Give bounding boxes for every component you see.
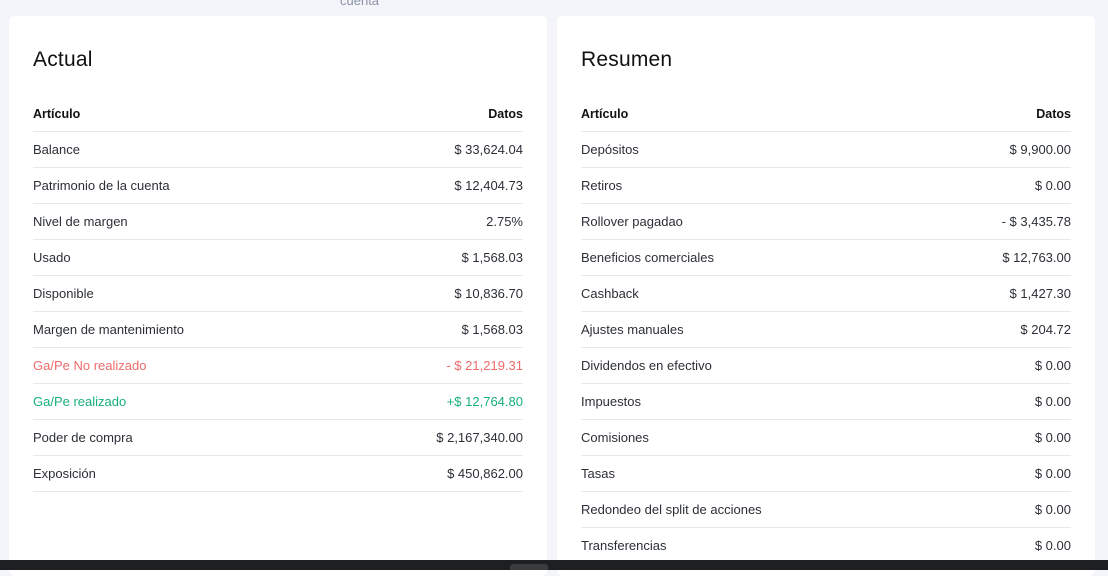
table-row: Depósitos $ 9,900.00 <box>581 132 1071 168</box>
table-row: Cashback $ 1,427.30 <box>581 276 1071 312</box>
row-label: Tasas <box>581 466 615 481</box>
column-header-item: Artículo <box>33 106 81 121</box>
table-row: Redondeo del split de acciones $ 0.00 <box>581 492 1071 528</box>
row-label: Transferencias <box>581 538 667 553</box>
table-row: Rollover pagadao - $ 3,435.78 <box>581 204 1071 240</box>
table-row: Impuestos $ 0.00 <box>581 384 1071 420</box>
row-value: $ 12,763.00 <box>1002 250 1071 265</box>
row-value: 2.75% <box>486 214 523 229</box>
row-value: +$ 12,764.80 <box>446 394 523 409</box>
partial-header-text: cuenta <box>340 0 380 8</box>
row-label: Exposición <box>33 466 96 481</box>
row-label: Margen de mantenimiento <box>33 322 185 337</box>
row-value: $ 10,836.70 <box>454 286 523 301</box>
table-row: Tasas $ 0.00 <box>581 456 1071 492</box>
row-label: Impuestos <box>581 394 641 409</box>
table-row: Balance $ 33,624.04 <box>33 132 523 168</box>
resumen-title: Resumen <box>581 48 673 71</box>
resumen-table: Artículo Datos Depósitos $ 9,900.00 Reti… <box>581 96 1071 564</box>
row-label: Ga/Pe realizado <box>33 394 127 409</box>
table-row-realized-pnl: Ga/Pe realizado +$ 12,764.80 <box>33 384 523 420</box>
row-value: $ 0.00 <box>1034 178 1071 193</box>
row-label: Balance <box>33 142 80 157</box>
row-value: $ 0.00 <box>1034 358 1071 373</box>
table-row: Exposición $ 450,862.00 <box>33 456 523 492</box>
row-label: Ajustes manuales <box>581 322 684 337</box>
row-value: $ 0.00 <box>1034 430 1071 445</box>
resumen-table-header: Artículo Datos <box>581 96 1071 132</box>
table-row: Nivel de margen 2.75% <box>33 204 523 240</box>
table-row: Poder de compra $ 2,167,340.00 <box>33 420 523 456</box>
row-label: Cashback <box>581 286 639 301</box>
actual-table-header: Artículo Datos <box>33 96 523 132</box>
row-value: $ 0.00 <box>1034 466 1071 481</box>
column-header-item: Artículo <box>581 106 629 121</box>
row-value: $ 1,427.30 <box>1009 286 1071 301</box>
row-value: $ 1,568.03 <box>461 322 523 337</box>
row-value: $ 450,862.00 <box>447 466 523 481</box>
row-label: Rollover pagadao <box>581 214 683 229</box>
table-row: Patrimonio de la cuenta $ 12,404.73 <box>33 168 523 204</box>
row-label: Redondeo del split de acciones <box>581 502 762 517</box>
row-value: $ 12,404.73 <box>454 178 523 193</box>
row-label: Depósitos <box>581 142 639 157</box>
row-value: $ 1,568.03 <box>461 250 523 265</box>
table-row-unrealized-pnl: Ga/Pe No realizado - $ 21,219.31 <box>33 348 523 384</box>
table-row: Ajustes manuales $ 204.72 <box>581 312 1071 348</box>
row-value: - $ 21,219.31 <box>446 358 523 373</box>
table-row: Disponible $ 10,836.70 <box>33 276 523 312</box>
table-row: Retiros $ 0.00 <box>581 168 1071 204</box>
row-label: Disponible <box>33 286 94 301</box>
bottom-taskbar <box>0 560 1108 570</box>
row-label: Dividendos en efectivo <box>581 358 712 373</box>
row-label: Nivel de margen <box>33 214 128 229</box>
actual-title: Actual <box>33 48 93 71</box>
taskbar-handle[interactable] <box>510 564 548 570</box>
row-value: $ 0.00 <box>1034 538 1071 553</box>
table-row: Dividendos en efectivo $ 0.00 <box>581 348 1071 384</box>
row-label: Comisiones <box>581 430 649 445</box>
table-row: Transferencias $ 0.00 <box>581 528 1071 564</box>
actual-table: Artículo Datos Balance $ 33,624.04 Patri… <box>33 96 523 492</box>
table-row: Usado $ 1,568.03 <box>33 240 523 276</box>
row-value: $ 0.00 <box>1034 394 1071 409</box>
row-value: - $ 3,435.78 <box>1001 214 1071 229</box>
row-value: $ 9,900.00 <box>1009 142 1071 157</box>
column-header-data: Datos <box>1036 106 1071 121</box>
row-label: Ga/Pe No realizado <box>33 358 147 373</box>
row-value: $ 0.00 <box>1034 502 1071 517</box>
row-label: Retiros <box>581 178 623 193</box>
row-value: $ 33,624.04 <box>454 142 523 157</box>
row-label: Patrimonio de la cuenta <box>33 178 170 193</box>
row-value: $ 204.72 <box>1020 322 1071 337</box>
row-label: Usado <box>33 250 71 265</box>
table-row: Comisiones $ 0.00 <box>581 420 1071 456</box>
actual-panel: Actual Artículo Datos Balance $ 33,624.0… <box>9 16 547 576</box>
row-label: Poder de compra <box>33 430 133 445</box>
resumen-panel: Resumen Artículo Datos Depósitos $ 9,900… <box>557 16 1095 576</box>
table-row: Beneficios comerciales $ 12,763.00 <box>581 240 1071 276</box>
column-header-data: Datos <box>488 106 523 121</box>
table-row: Margen de mantenimiento $ 1,568.03 <box>33 312 523 348</box>
row-label: Beneficios comerciales <box>581 250 714 265</box>
row-value: $ 2,167,340.00 <box>436 430 523 445</box>
